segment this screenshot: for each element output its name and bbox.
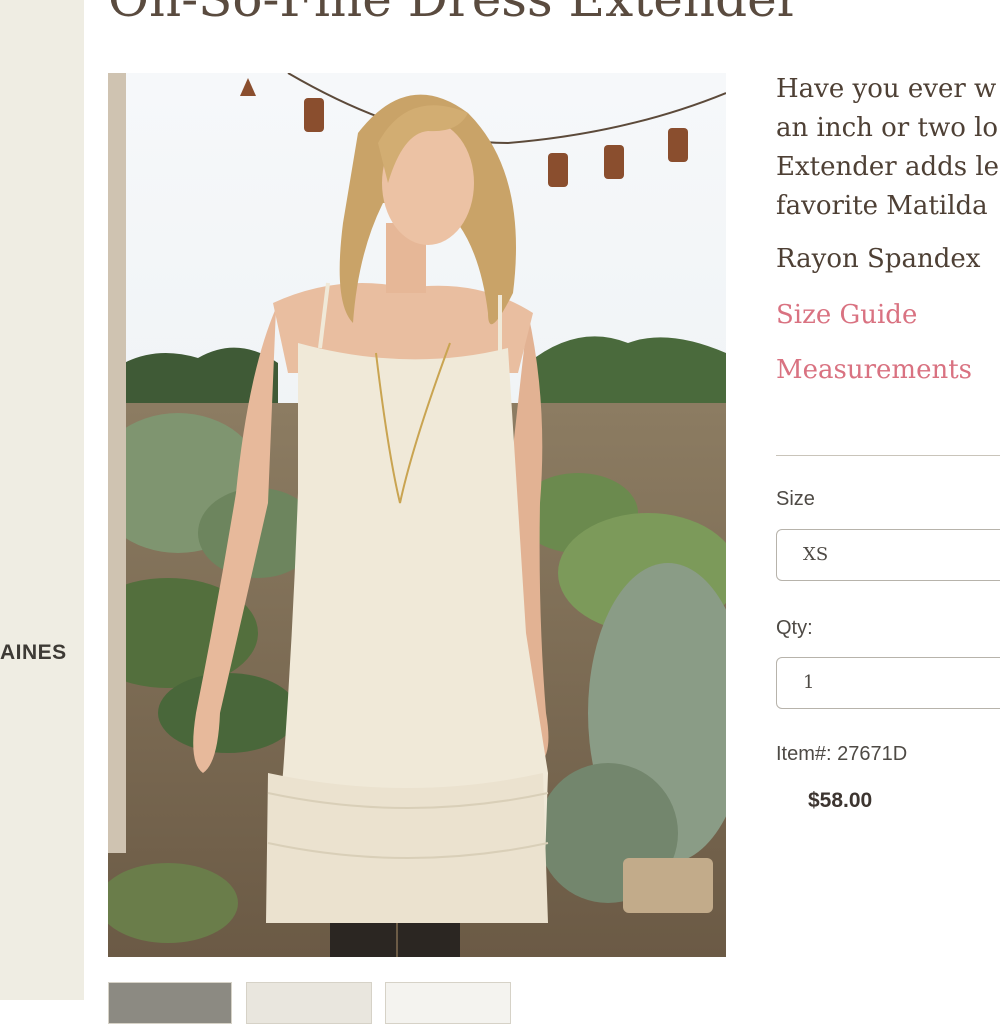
size-label: Size bbox=[776, 488, 815, 510]
description-line: Extender adds le bbox=[776, 152, 1000, 182]
size-guide-link[interactable]: Size Guide bbox=[776, 300, 917, 330]
size-select[interactable]: XS bbox=[776, 529, 1000, 581]
left-sidebar: AINES bbox=[0, 0, 84, 1000]
description-line: Have you ever w bbox=[776, 74, 997, 104]
thumbnail-2[interactable] bbox=[246, 982, 372, 1024]
product-description: Have you ever w an inch or two lo Extend… bbox=[776, 70, 1000, 226]
size-select-value: XS bbox=[803, 544, 829, 565]
thumbnail-3[interactable] bbox=[385, 982, 511, 1024]
product-material: Rayon Spandex bbox=[776, 244, 981, 274]
qty-input-value: 1 bbox=[803, 672, 815, 693]
divider bbox=[776, 455, 1000, 456]
item-number: Item#: 27671D bbox=[776, 743, 908, 765]
measurements-link[interactable]: Measurements bbox=[776, 355, 972, 385]
product-main-image[interactable] bbox=[108, 73, 726, 957]
product-price: $58.00 bbox=[808, 789, 873, 812]
qty-input[interactable]: 1 bbox=[776, 657, 1000, 709]
thumbnail-1[interactable] bbox=[108, 982, 232, 1024]
sidebar-nav-link[interactable]: AINES bbox=[0, 641, 67, 665]
qty-label: Qty: bbox=[776, 617, 813, 639]
description-line: favorite Matilda bbox=[776, 191, 988, 221]
product-title: Oh-So-Fine Dress Extender bbox=[108, 0, 801, 28]
description-line: an inch or two lo bbox=[776, 113, 999, 143]
